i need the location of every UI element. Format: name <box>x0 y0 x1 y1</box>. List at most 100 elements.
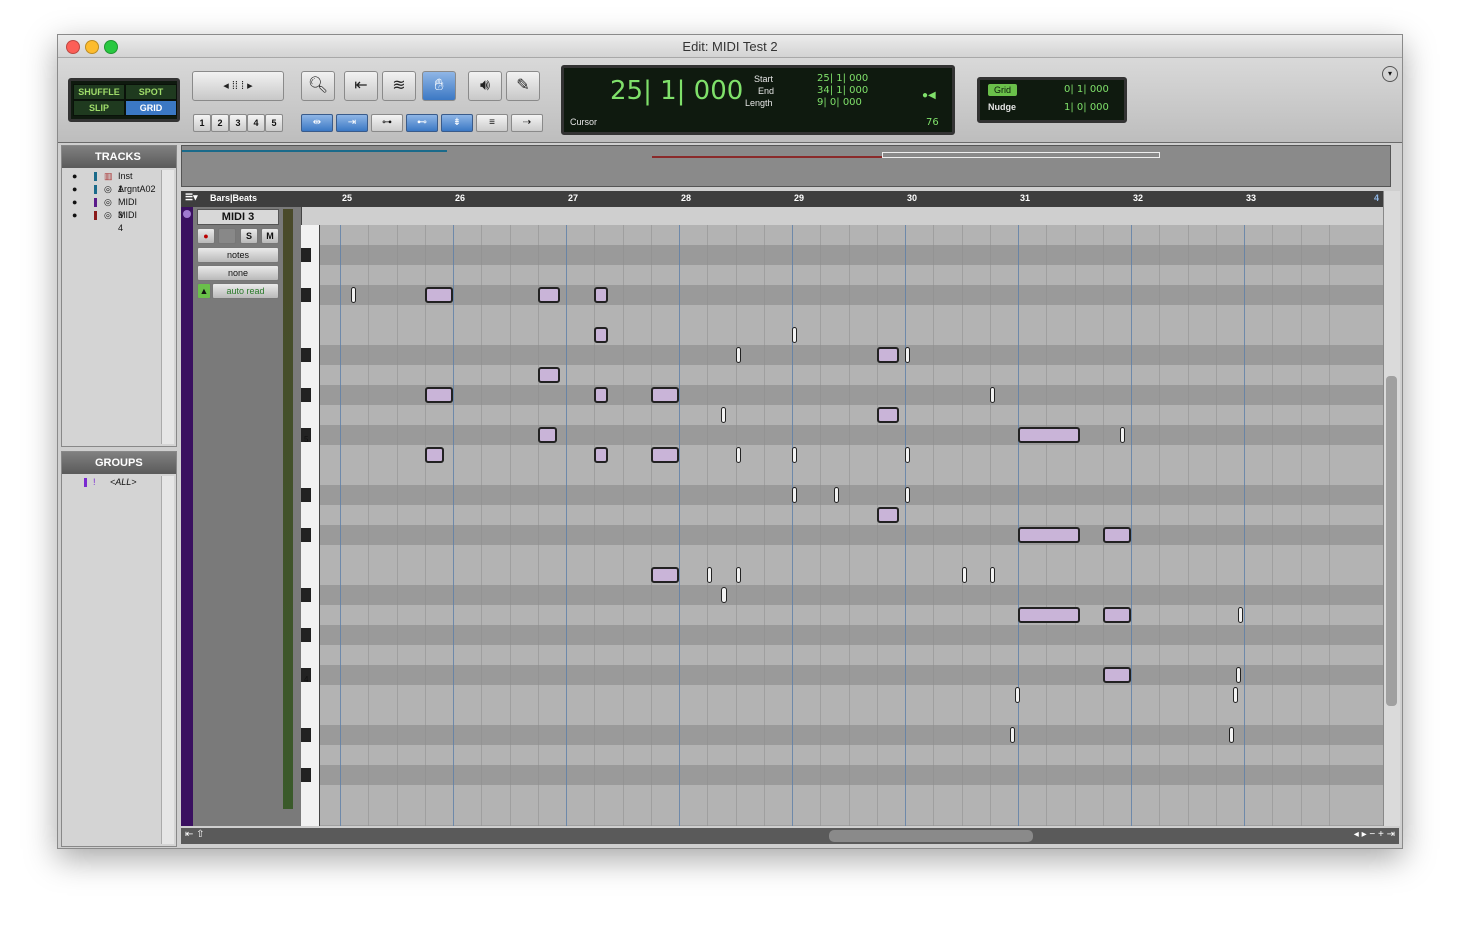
window-menu-icon[interactable]: ▾ <box>1382 66 1398 82</box>
slip-mode-button[interactable]: SLIP <box>73 100 125 116</box>
midi-note[interactable] <box>1238 607 1244 623</box>
overview-visible-range[interactable] <box>882 152 1160 158</box>
midi-note[interactable] <box>424 387 453 403</box>
track-name-field[interactable]: MIDI 3 <box>197 209 279 225</box>
show-track-dot[interactable]: ● <box>72 183 77 196</box>
midi-note[interactable] <box>537 427 557 443</box>
bars-beats-ruler[interactable]: ☰▾ Bars|Beats 25 26 27 28 29 30 31 32 33 4 <box>181 191 1389 207</box>
midi-note[interactable] <box>1014 687 1020 703</box>
show-track-dot[interactable]: ● <box>72 209 77 222</box>
horizontal-scrollbar[interactable]: ⇤ ⇧ ◂ ▸ − + ⇥ <box>181 828 1399 844</box>
vertical-scroll-thumb[interactable] <box>1386 376 1397 706</box>
black-key[interactable] <box>301 348 311 362</box>
midi-note[interactable] <box>1018 427 1081 443</box>
trim-tool[interactable]: ⇤ <box>344 71 378 101</box>
midi-note[interactable] <box>876 407 900 423</box>
midi-note[interactable] <box>594 387 609 403</box>
midi-note[interactable] <box>905 347 910 363</box>
midi-note[interactable] <box>650 567 679 583</box>
midi-note[interactable] <box>961 567 967 583</box>
midi-note[interactable] <box>424 447 444 463</box>
midi-note[interactable] <box>876 347 900 363</box>
midi-note[interactable] <box>650 447 679 463</box>
midi-note[interactable] <box>792 447 797 463</box>
midi-note[interactable] <box>905 487 910 503</box>
main-counter[interactable]: 25| 1| 000 <box>610 76 743 106</box>
midi-note[interactable] <box>594 447 609 463</box>
midi-note[interactable] <box>1232 687 1238 703</box>
return-to-start-icon[interactable]: ⇤ ⇧ <box>185 829 205 840</box>
grid-button[interactable]: Grid <box>988 84 1018 96</box>
black-key[interactable] <box>301 728 311 742</box>
midi-note[interactable] <box>1236 667 1242 683</box>
tracks-scrollbar[interactable] <box>161 170 174 444</box>
playlist-selector[interactable]: none <box>197 265 279 281</box>
horizontal-scroll-thumb[interactable] <box>829 830 1033 842</box>
midi-note[interactable] <box>1018 607 1081 623</box>
scrubber-tool[interactable]: 🔊︎ <box>468 71 502 101</box>
track-view-selector[interactable]: notes <box>197 247 279 263</box>
black-key[interactable] <box>301 248 311 262</box>
shuffle-mode-button[interactable]: SHUFFLE <box>73 84 125 100</box>
show-track-dot[interactable]: ● <box>72 170 77 183</box>
black-key[interactable] <box>301 288 311 302</box>
midi-note[interactable] <box>721 587 728 603</box>
tracks-panel-header[interactable]: TRACKS <box>62 146 176 168</box>
track-color-bar[interactable] <box>181 207 193 826</box>
midi-note[interactable] <box>1010 727 1016 743</box>
link-timeline-button[interactable]: ⇹ <box>301 114 333 132</box>
midi-note[interactable] <box>834 487 840 503</box>
mute-button[interactable]: M <box>261 228 279 244</box>
midi-note[interactable] <box>1119 427 1125 443</box>
midi-note[interactable] <box>1102 607 1131 623</box>
end-marker[interactable]: 4 <box>1374 193 1379 203</box>
grid-value[interactable]: 0| 1| 000 <box>1064 84 1109 95</box>
zoom-buttons[interactable]: ◂ ⁞⁞ ⁞ ▸ <box>192 71 284 101</box>
zoom-preset-4[interactable]: 4 <box>247 114 265 132</box>
tab-to-transient-button[interactable]: ⇟ <box>441 114 473 132</box>
midi-note[interactable] <box>735 567 741 583</box>
vertical-scrollbar[interactable] <box>1383 191 1400 826</box>
zoom-preset-5[interactable]: 5 <box>265 114 283 132</box>
tab-to-transient-2-button[interactable]: ⇢ <box>511 114 543 132</box>
mirror-midi-button[interactable]: ⊷ <box>406 114 438 132</box>
zoom-scroll-controls[interactable]: ◂ ▸ − + ⇥ <box>1354 829 1395 840</box>
midi-note[interactable] <box>594 287 609 303</box>
grabber-tool[interactable]: ✋︎ <box>422 71 456 101</box>
black-key[interactable] <box>301 388 311 402</box>
nudge-value[interactable]: 1| 0| 000 <box>1064 102 1109 113</box>
show-track-dot[interactable]: ● <box>72 196 77 209</box>
midi-note[interactable] <box>351 287 357 303</box>
midi-note[interactable] <box>707 567 713 583</box>
midi-note[interactable] <box>650 387 679 403</box>
grid-mode-button[interactable]: GRID <box>125 100 177 116</box>
length-value[interactable]: 9| 0| 000 <box>817 97 862 108</box>
universe-overview[interactable] <box>181 145 1391 187</box>
midi-note[interactable] <box>876 507 900 523</box>
black-key[interactable] <box>301 628 311 642</box>
solo-button[interactable]: S <box>240 228 258 244</box>
groups-panel-header[interactable]: GROUPS <box>62 452 176 474</box>
zoom-toggle-button[interactable]: ≡ <box>476 114 508 132</box>
tempo-value[interactable]: 76 <box>926 117 939 128</box>
start-value[interactable]: 25| 1| 000 <box>817 73 868 84</box>
insertion-follows-button[interactable]: ⇥ <box>336 114 368 132</box>
automation-enable-button[interactable]: ▲ <box>197 283 211 299</box>
midi-note[interactable] <box>1102 667 1131 683</box>
zoom-preset-2[interactable]: 2 <box>211 114 229 132</box>
midi-note[interactable] <box>792 327 797 343</box>
record-enable-button[interactable]: ● <box>197 228 215 244</box>
midi-note[interactable] <box>989 567 995 583</box>
selector-tool[interactable]: ≋ <box>382 71 416 101</box>
midi-note[interactable] <box>1102 527 1131 543</box>
midi-note[interactable] <box>537 287 561 303</box>
midi-note[interactable] <box>424 287 453 303</box>
midi-note[interactable] <box>594 327 609 343</box>
midi-note[interactable] <box>1018 527 1081 543</box>
midi-note[interactable] <box>792 487 797 503</box>
spot-mode-button[interactable]: SPOT <box>125 84 177 100</box>
end-value[interactable]: 34| 1| 000 <box>817 85 868 96</box>
black-key[interactable] <box>301 588 311 602</box>
automation-mode-selector[interactable]: auto read <box>212 283 279 299</box>
midi-note[interactable] <box>989 387 995 403</box>
